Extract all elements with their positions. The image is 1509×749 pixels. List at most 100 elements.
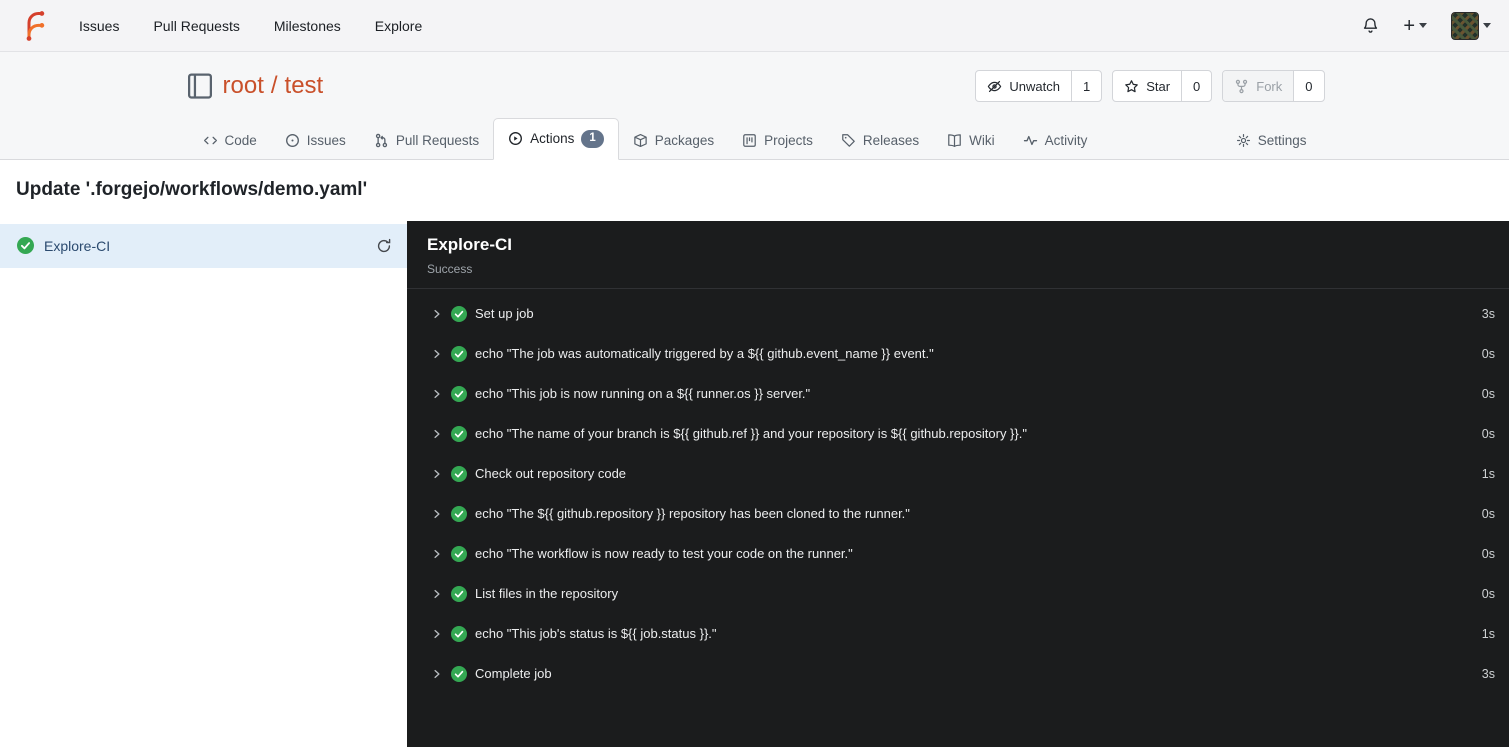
tab-label: Projects [764,132,813,148]
step-row-checkout[interactable]: Check out repository code 1s [431,454,1497,494]
nav-item-milestones[interactable]: Milestones [257,0,358,52]
job-sidebar: Explore-CI [0,220,407,747]
top-navbar: Issues Pull Requests Milestones Explore … [0,0,1509,52]
chevron-right-icon [431,588,443,600]
bell-icon [1362,17,1379,34]
tab-issues[interactable]: Issues [271,122,360,159]
repo-name-link[interactable]: test [285,72,324,100]
caret-down-icon [1419,23,1427,28]
eye-slash-icon [987,79,1002,94]
repository-icon [185,71,215,101]
chevron-right-icon [431,348,443,360]
watchers-count[interactable]: 1 [1070,71,1101,101]
plus-icon: + [1403,14,1415,37]
step-label: List files in the repository [475,586,619,601]
star-icon [1124,79,1139,94]
gear-icon [1236,133,1251,148]
step-duration: 3s [1481,666,1495,681]
pulse-icon [1023,133,1038,148]
forgejo-logo-icon[interactable] [18,10,50,42]
tab-label: Packages [654,132,715,148]
create-new-dropdown[interactable]: + [1403,16,1427,36]
notifications-button[interactable] [1362,17,1379,34]
step-row-complete-job[interactable]: Complete job 3s [431,654,1497,694]
package-icon [633,133,648,148]
job-panel-header: Explore-CI Success [407,221,1509,289]
step-duration: 0s [1481,546,1495,561]
tab-label: Code [224,132,257,148]
tab-packages[interactable]: Packages [619,122,728,159]
nav-item-explore[interactable]: Explore [358,0,439,52]
step-duration: 0s [1481,586,1495,601]
tab-projects[interactable]: Projects [728,122,827,159]
repo-breadcrumb: root / test [223,72,324,100]
code-icon [203,133,218,148]
tab-label: Wiki [969,132,995,148]
project-board-icon [742,133,757,148]
repo-owner-link[interactable]: root [223,72,264,100]
tab-actions[interactable]: Actions 1 [493,118,619,160]
step-row-setup-job[interactable]: Set up job 3s [431,294,1497,334]
book-icon [947,133,962,148]
success-check-icon [451,665,467,682]
nav-item-issues[interactable]: Issues [62,0,136,52]
step-duration: 3s [1481,306,1495,321]
fork-button[interactable]: Fork [1223,71,1294,101]
rerun-job-icon[interactable] [376,238,392,254]
stars-count[interactable]: 0 [1181,71,1211,101]
success-check-icon [451,345,467,362]
chevron-right-icon [431,428,443,440]
star-button[interactable]: Star [1113,71,1181,101]
job-item-explore-ci[interactable]: Explore-CI [0,223,407,268]
success-check-icon [451,505,467,522]
nav-item-pull-requests[interactable]: Pull Requests [136,0,256,52]
tab-label: Activity [1044,132,1088,148]
tab-activity[interactable]: Activity [1009,122,1102,159]
success-check-icon [451,305,467,322]
unwatch-label: Unwatch [1009,78,1060,94]
chevron-right-icon [431,668,443,680]
step-label: Set up job [475,306,534,321]
step-row-echo-branch-name[interactable]: echo "The name of your branch is ${{ git… [431,414,1497,454]
step-label: echo "The ${{ github.repository }} repos… [475,506,910,521]
step-row-list-files[interactable]: List files in the repository 0s [431,574,1497,614]
job-panel-title: Explore-CI [427,234,513,254]
chevron-right-icon [431,548,443,560]
tab-releases[interactable]: Releases [827,122,933,159]
tab-code[interactable]: Code [189,122,271,159]
tab-wiki[interactable]: Wiki [933,122,1009,159]
unwatch-button[interactable]: Unwatch [976,71,1071,101]
step-duration: 1s [1481,626,1495,641]
step-duration: 0s [1481,346,1495,361]
run-body: Explore-CI Explore-CI Success Set up job… [0,220,1509,747]
tab-label: Issues [306,132,346,148]
step-row-echo-job-status[interactable]: echo "This job's status is ${{ job.statu… [431,614,1497,654]
step-label: Check out repository code [475,466,627,481]
star-label: Star [1146,78,1171,94]
step-row-echo-cloned[interactable]: echo "The ${{ github.repository }} repos… [431,494,1497,534]
chevron-right-icon [431,508,443,520]
tab-label: Actions [530,131,575,147]
job-status-text: Success [427,261,473,276]
git-fork-icon [1234,79,1249,94]
step-row-echo-triggered[interactable]: echo "The job was automatically triggere… [431,334,1497,374]
tab-label: Settings [1257,132,1307,148]
step-duration: 0s [1481,506,1495,521]
step-row-echo-running-on[interactable]: echo "This job is now running on a ${{ r… [431,374,1497,414]
forks-count[interactable]: 0 [1293,71,1323,101]
chevron-right-icon [431,468,443,480]
repo-path-separator: / [270,72,278,99]
user-menu-dropdown[interactable] [1451,11,1491,40]
step-duration: 0s [1481,386,1495,401]
star-button-group: Star 0 [1112,70,1213,102]
run-title: Update '.forgejo/workflows/demo.yaml' [16,178,368,200]
step-duration: 0s [1481,426,1495,441]
tab-settings[interactable]: Settings [1222,122,1321,159]
repo-tab-bar: Code Issues Pull Requests Actions 1 Pack… [185,118,1325,160]
tab-pull-requests[interactable]: Pull Requests [360,122,493,159]
unwatch-button-group: Unwatch 1 [975,70,1103,102]
tab-label: Releases [862,132,920,148]
step-row-echo-ready[interactable]: echo "The workflow is now ready to test … [431,534,1497,574]
actions-count-badge: 1 [581,130,604,148]
success-check-icon [17,237,34,254]
